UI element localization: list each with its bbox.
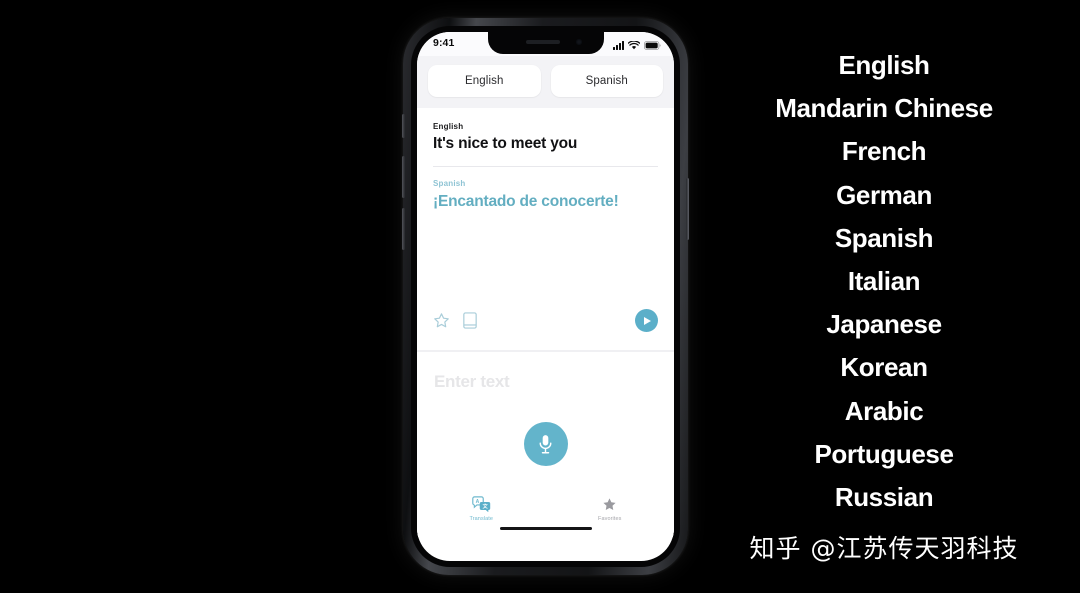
earpiece-speaker-icon bbox=[525, 40, 560, 44]
source-language-label: English bbox=[465, 75, 504, 87]
target-language-button[interactable]: Spanish bbox=[550, 65, 663, 97]
translated-phrase-text: ¡Encantado de conocerte! bbox=[433, 193, 619, 210]
target-language-caption: Spanish bbox=[433, 179, 466, 188]
watermark-text: 知乎 @江苏传天羽科技 bbox=[749, 534, 1019, 563]
status-time: 9:41 bbox=[433, 37, 455, 49]
language-item: Arabic bbox=[844, 395, 924, 426]
tab-favorites-label: Favorites bbox=[597, 515, 622, 522]
language-item: Russian bbox=[834, 481, 934, 512]
home-indicator[interactable] bbox=[499, 526, 592, 530]
language-item: German bbox=[836, 179, 932, 210]
silent-switch[interactable] bbox=[402, 114, 405, 138]
microphone-icon bbox=[539, 434, 552, 453]
language-item: Mandarin Chinese bbox=[775, 93, 993, 124]
slide-canvas: 9:41 English Spanish English It's nice t… bbox=[0, 0, 1080, 593]
svg-text:A: A bbox=[475, 499, 479, 505]
card-action-row bbox=[433, 309, 658, 332]
star-outline-icon[interactable] bbox=[433, 312, 450, 329]
iphone-device-frame: 9:41 English Spanish English It's nice t… bbox=[402, 18, 689, 575]
volume-up-button[interactable] bbox=[402, 156, 405, 198]
tab-translate-label: Translate bbox=[469, 515, 494, 522]
status-bar: 9:41 bbox=[417, 32, 674, 56]
supported-languages-list: English Mandarin Chinese French German S… bbox=[700, 52, 1068, 527]
source-language-button[interactable]: English bbox=[428, 65, 541, 97]
display-notch bbox=[487, 32, 604, 54]
tab-translate[interactable]: A 文 Translate bbox=[417, 491, 546, 537]
language-item: French bbox=[841, 136, 927, 167]
translation-card[interactable]: English It's nice to meet you Spanish ¡E… bbox=[417, 108, 674, 350]
language-item: Japanese bbox=[826, 309, 942, 340]
language-selector-bar: English Spanish bbox=[417, 56, 674, 108]
cellular-signal-icon bbox=[613, 41, 624, 50]
power-button[interactable] bbox=[686, 178, 689, 240]
source-language-caption: English bbox=[433, 122, 464, 131]
wifi-icon bbox=[628, 41, 640, 50]
language-item: Korean bbox=[840, 352, 928, 383]
microphone-button[interactable] bbox=[523, 422, 568, 466]
play-circle-icon[interactable] bbox=[635, 309, 658, 332]
bottom-tab-bar: A 文 Translate Favorites bbox=[417, 491, 674, 537]
target-language-label: Spanish bbox=[585, 75, 628, 87]
translate-bubbles-icon: A 文 bbox=[471, 495, 491, 513]
star-filled-icon bbox=[602, 495, 617, 513]
front-camera-icon bbox=[575, 39, 582, 45]
volume-down-button[interactable] bbox=[402, 208, 405, 250]
battery-icon bbox=[644, 41, 661, 50]
tab-favorites[interactable]: Favorites bbox=[546, 491, 675, 537]
status-indicators bbox=[613, 38, 661, 50]
language-item: English bbox=[838, 50, 930, 80]
language-item: Italian bbox=[847, 265, 921, 296]
text-input-area[interactable]: Enter text A 文 Translate Favorites bbox=[417, 352, 674, 537]
phone-screen: 9:41 English Spanish English It's nice t… bbox=[417, 32, 674, 561]
language-item: Portuguese bbox=[814, 438, 954, 469]
source-phrase-text: It's nice to meet you bbox=[433, 135, 578, 152]
enter-text-placeholder: Enter text bbox=[434, 372, 510, 391]
language-item: Spanish bbox=[834, 222, 934, 253]
dictionary-book-icon[interactable] bbox=[463, 312, 477, 329]
